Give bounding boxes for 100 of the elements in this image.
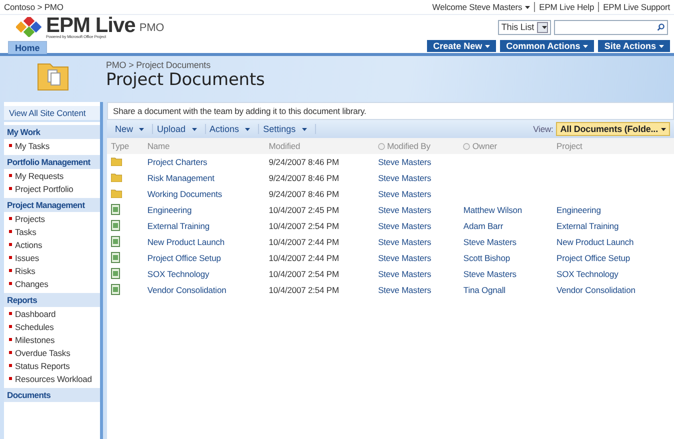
sidebar-item[interactable]: Resources Workload — [4, 372, 100, 385]
toolbar-menu[interactable]: Settings — [259, 124, 316, 134]
caret-icon — [661, 128, 666, 130]
user-link[interactable]: Steve Masters — [378, 221, 432, 231]
project-link[interactable]: Engineering — [556, 205, 601, 215]
modified-cell: 10/4/2007 2:45 PM — [268, 205, 339, 215]
sidebar-item[interactable]: Project Portfolio — [4, 182, 100, 195]
sidebar-link[interactable]: View All Site Content — [4, 106, 100, 122]
sidebar-item[interactable]: Actions — [4, 238, 100, 251]
search-field[interactable] — [554, 20, 668, 34]
sidebar-heading[interactable]: Portfolio Management — [4, 155, 100, 169]
document-name-link[interactable]: Project Office Setup — [147, 253, 221, 263]
user-link[interactable]: Steve Masters — [463, 237, 516, 247]
header-link[interactable]: EPM Live Help — [534, 2, 594, 12]
user-link[interactable]: Tina Ognall — [463, 285, 506, 295]
sidebar-item[interactable]: Dashboard — [4, 307, 100, 320]
nav-tab[interactable]: Home — [8, 41, 47, 54]
sidebar-item[interactable]: Projects — [4, 212, 100, 225]
modified-cell: 10/4/2007 2:54 PM — [268, 285, 339, 295]
toolbar-menu[interactable]: Upload — [153, 124, 206, 134]
folder-icon — [111, 188, 122, 198]
sidebar-item[interactable]: Risks — [4, 264, 100, 277]
action-menu[interactable]: Common Actions — [500, 40, 594, 52]
caret-icon — [302, 128, 307, 130]
user-link[interactable]: Adam Barr — [463, 221, 504, 231]
user-link[interactable]: Steve Masters — [463, 269, 516, 279]
modified-cell: 10/4/2007 2:54 PM — [268, 221, 339, 231]
welcome-menu[interactable]: Welcome Steve Masters — [432, 2, 530, 12]
project-link[interactable]: Project Office Setup — [556, 253, 630, 263]
split-caret-icon[interactable] — [192, 128, 197, 130]
sidebar-item[interactable]: Tasks — [4, 225, 100, 238]
sidebar-item[interactable]: My Requests — [4, 169, 100, 182]
folder-icon — [111, 156, 122, 166]
search-scope-dropdown[interactable]: This List — [498, 20, 551, 34]
project-link[interactable]: SOX Technology — [556, 269, 618, 279]
document-name-link[interactable]: External Training — [147, 221, 210, 231]
circle-icon — [463, 143, 470, 150]
page-title: Project Documents — [106, 70, 265, 90]
project-link[interactable]: Vendor Consolidation — [556, 285, 636, 295]
user-link[interactable]: Steve Masters — [378, 173, 432, 183]
document-icon — [111, 236, 121, 246]
sidebar-item[interactable]: Overdue Tasks — [4, 346, 100, 359]
caret-icon — [542, 26, 546, 28]
caret-icon — [485, 45, 490, 48]
modified-cell: 10/4/2007 2:44 PM — [268, 237, 339, 247]
document-icon — [111, 252, 121, 262]
document-name-link[interactable]: New Product Launch — [147, 237, 224, 247]
page-breadcrumb: PMO > Project Documents — [106, 60, 212, 70]
project-link[interactable]: New Product Launch — [556, 237, 634, 247]
sidebar-heading[interactable]: Project Management — [4, 198, 100, 212]
circle-icon — [378, 143, 386, 150]
document-icon — [111, 284, 121, 294]
modified-cell: 10/4/2007 2:54 PM — [268, 269, 339, 279]
caret-icon — [525, 6, 530, 10]
user-link[interactable]: Steve Masters — [378, 205, 432, 215]
document-name-link[interactable]: Project Charters — [147, 157, 208, 167]
user-link[interactable]: Steve Masters — [378, 237, 432, 247]
toolbar-menu[interactable]: New — [111, 124, 154, 134]
action-menu[interactable]: Site Actions — [598, 40, 670, 52]
sidebar-item[interactable]: My Tasks — [4, 139, 100, 152]
library-description: Share a document with the team by adding it to this document library. — [107, 102, 674, 120]
user-link[interactable]: Steve Masters — [378, 189, 432, 199]
sidebar-heading[interactable]: Reports — [4, 293, 100, 307]
document-name-link[interactable]: Vendor Consolidation — [147, 285, 226, 295]
view-dropdown[interactable]: All Documents (Folde... — [556, 122, 670, 136]
document-name-link[interactable]: Working Documents — [147, 189, 222, 199]
document-icon — [111, 204, 121, 214]
document-name-link[interactable]: Engineering — [147, 205, 192, 215]
action-menu[interactable]: Create New — [427, 40, 496, 52]
header-link[interactable]: EPM Live Support — [598, 2, 670, 12]
modified-cell: 10/4/2007 2:44 PM — [268, 253, 339, 263]
document-name-link[interactable]: Risk Management — [147, 173, 214, 183]
split-caret-icon[interactable] — [139, 128, 144, 130]
breadcrumb: Contoso > PMO — [4, 2, 64, 12]
modified-cell: 9/24/2007 8:46 PM — [268, 189, 339, 199]
caret-icon — [659, 45, 664, 48]
document-icon — [111, 220, 121, 230]
sidebar-item[interactable]: Milestones — [4, 333, 100, 346]
user-link[interactable]: Steve Masters — [378, 285, 432, 295]
sidebar-item[interactable]: Schedules — [4, 320, 100, 333]
modified-cell: 9/24/2007 8:46 PM — [268, 157, 339, 167]
sidebar-item[interactable]: Changes — [4, 277, 100, 290]
caret-icon — [245, 128, 250, 130]
sidebar-heading[interactable]: My Work — [4, 125, 100, 139]
document-name-link[interactable]: SOX Technology — [147, 269, 210, 279]
user-link[interactable]: Matthew Wilson — [463, 205, 522, 215]
search-icon[interactable] — [657, 23, 665, 31]
view-label: View: — [533, 124, 554, 134]
user-link[interactable]: Steve Masters — [378, 269, 432, 279]
modified-cell: 9/24/2007 8:46 PM — [268, 173, 339, 183]
folder-icon — [111, 172, 122, 182]
sidebar-heading[interactable]: Documents — [4, 388, 100, 402]
user-link[interactable]: Steve Masters — [378, 253, 432, 263]
project-link[interactable]: External Training — [556, 221, 619, 231]
toolbar-menu[interactable]: Actions — [206, 124, 260, 134]
sidebar-item[interactable]: Status Reports — [4, 359, 100, 372]
user-link[interactable]: Scott Bishop — [463, 253, 510, 263]
sidebar-item[interactable]: Issues — [4, 251, 100, 264]
site-name: PMO — [139, 22, 164, 34]
user-link[interactable]: Steve Masters — [378, 157, 432, 167]
